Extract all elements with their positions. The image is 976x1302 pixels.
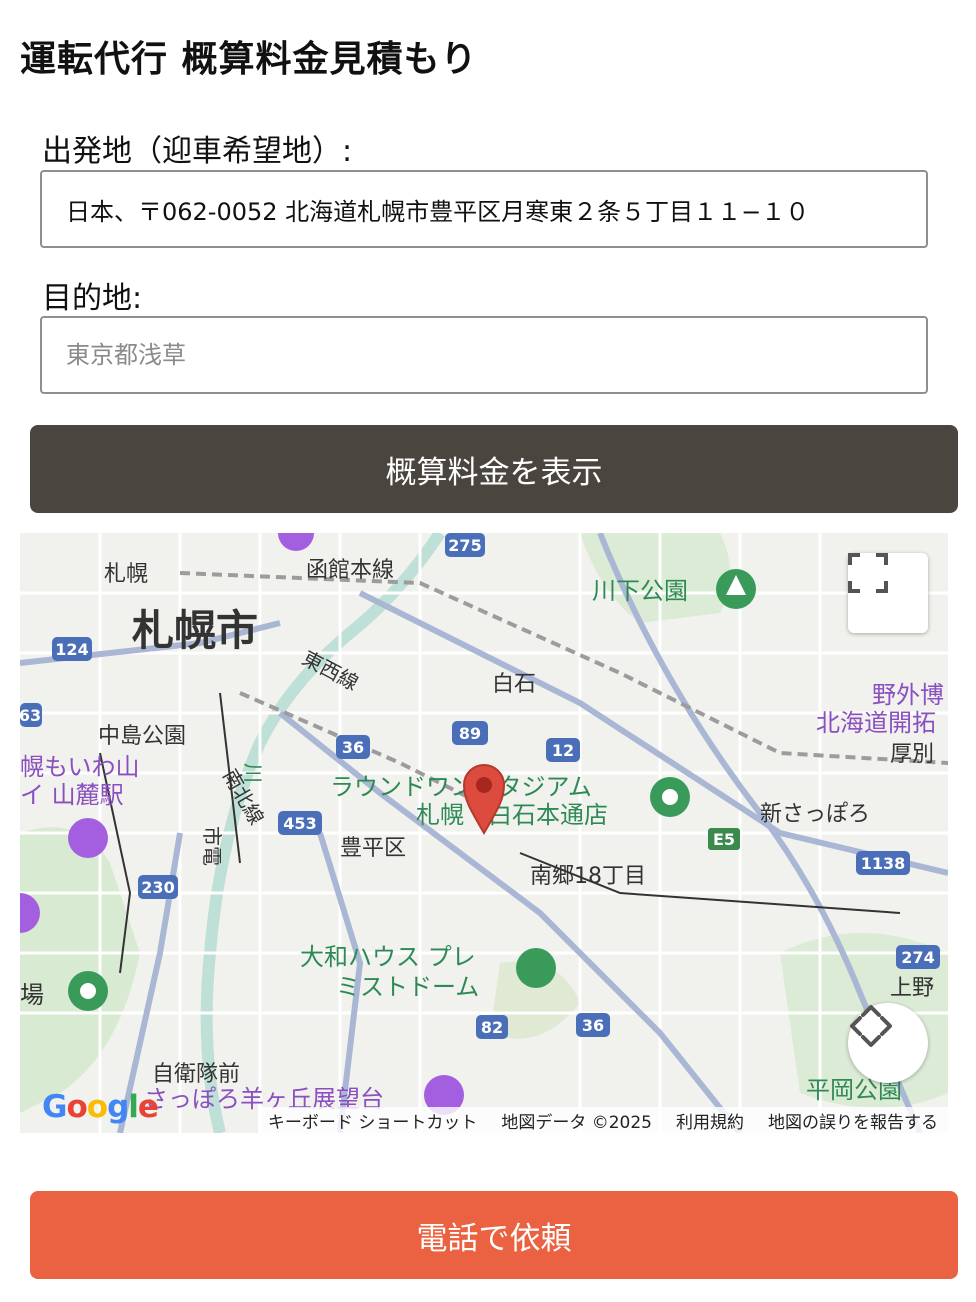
svg-text:南郷18丁目: 南郷18丁目 bbox=[530, 864, 646, 889]
svg-text:89: 89 bbox=[459, 724, 481, 743]
svg-text:大和ハウス プレ: 大和ハウス プレ bbox=[300, 943, 476, 971]
fullscreen-button[interactable] bbox=[848, 553, 928, 633]
report-error-link[interactable]: 地図の誤りを報告する bbox=[768, 1108, 938, 1133]
svg-text:幌もいわ山: 幌もいわ山 bbox=[20, 753, 140, 781]
svg-text:274: 274 bbox=[901, 948, 934, 967]
svg-text:野外博: 野外博 bbox=[872, 681, 944, 709]
svg-text:新さっぽろ: 新さっぽろ bbox=[760, 802, 870, 827]
svg-text:453: 453 bbox=[283, 814, 316, 833]
svg-text:124: 124 bbox=[55, 640, 88, 659]
svg-text:82: 82 bbox=[481, 1018, 503, 1037]
estimate-button[interactable]: 概算料金を表示 bbox=[30, 425, 958, 513]
pan-arrows-icon bbox=[850, 1005, 892, 1047]
svg-text:275: 275 bbox=[448, 536, 481, 555]
svg-text:厚別: 厚別 bbox=[890, 742, 934, 767]
svg-text:ラウンドワンスタジアム: ラウンドワンスタジアム bbox=[330, 773, 592, 801]
svg-text:川: 川 bbox=[241, 763, 265, 783]
svg-text:市電: 市電 bbox=[200, 826, 224, 866]
svg-text:札幌市: 札幌市 bbox=[132, 606, 258, 655]
destination-input[interactable] bbox=[40, 316, 928, 394]
poi-icon bbox=[68, 818, 108, 858]
svg-text:36: 36 bbox=[582, 1016, 604, 1035]
call-request-button[interactable]: 電話で依頼 bbox=[30, 1191, 958, 1279]
fullscreen-icon bbox=[848, 553, 888, 593]
stadium-icon bbox=[516, 948, 556, 988]
google-logo: Google bbox=[42, 1089, 159, 1125]
svg-text:函館本線: 函館本線 bbox=[306, 558, 394, 583]
svg-text:63: 63 bbox=[20, 706, 41, 725]
svg-text:白石: 白石 bbox=[492, 672, 536, 697]
svg-text:イ 山麓駅: イ 山麓駅 bbox=[20, 781, 124, 809]
svg-text:中島公園: 中島公園 bbox=[98, 724, 186, 749]
svg-text:豊平区: 豊平区 bbox=[340, 836, 406, 861]
svg-text:ミストドーム: ミストドーム bbox=[336, 973, 479, 1001]
map-canvas[interactable]: 275 124 89 12 36 453 230 82 36 1138 274 … bbox=[20, 533, 948, 1133]
destination-label: 目的地: bbox=[42, 281, 143, 316]
svg-text:36: 36 bbox=[342, 738, 364, 757]
origin-label: 出発地（迎車希望地）: bbox=[42, 134, 353, 169]
keyboard-shortcuts-link[interactable]: キーボード ショートカット bbox=[268, 1108, 477, 1133]
pan-control-button[interactable] bbox=[848, 1003, 928, 1083]
svg-text:E5: E5 bbox=[713, 830, 735, 849]
svg-text:上野: 上野 bbox=[890, 976, 934, 1001]
map[interactable]: 275 124 89 12 36 453 230 82 36 1138 274 … bbox=[20, 533, 948, 1133]
svg-text:川下公園: 川下公園 bbox=[592, 577, 688, 605]
page-title: 運転代行 概算料金見積もり bbox=[20, 39, 478, 80]
svg-text:札幌・白石本通店: 札幌・白石本通店 bbox=[416, 801, 608, 829]
svg-text:場: 場 bbox=[20, 981, 44, 1009]
svg-text:札幌: 札幌 bbox=[104, 562, 148, 587]
svg-text:1138: 1138 bbox=[861, 854, 906, 873]
map-data-text: 地図データ ©2025 bbox=[501, 1112, 652, 1133]
svg-text:12: 12 bbox=[552, 741, 574, 760]
svg-text:自衛隊前: 自衛隊前 bbox=[152, 1062, 240, 1087]
terms-link[interactable]: 利用規約 bbox=[676, 1108, 744, 1133]
svg-text:北海道開拓: 北海道開拓 bbox=[816, 709, 936, 737]
svg-text:230: 230 bbox=[141, 878, 174, 897]
origin-input[interactable] bbox=[40, 170, 928, 248]
map-attribution: キーボード ショートカット 地図データ ©2025 利用規約 地図の誤りを報告す… bbox=[257, 1107, 948, 1133]
